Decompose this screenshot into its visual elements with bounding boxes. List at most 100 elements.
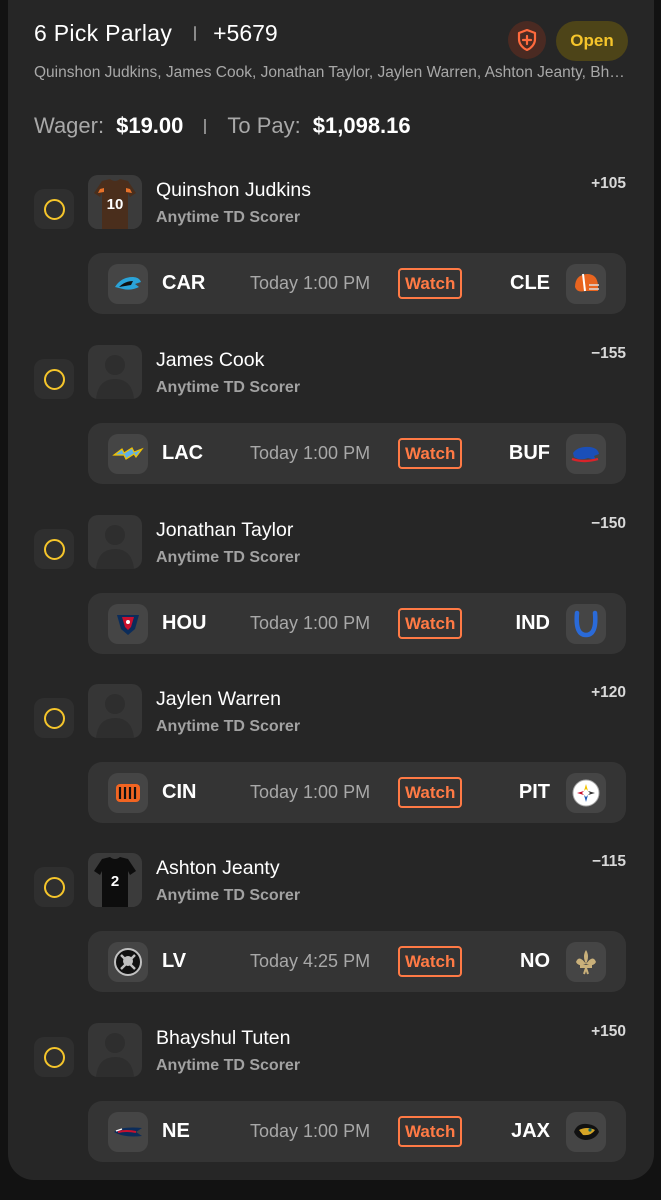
market-label: Anytime TD Scorer (156, 1057, 301, 1074)
market-label: Anytime TD Scorer (156, 209, 301, 226)
leg-odds: −155 (591, 345, 626, 362)
radio-unchecked-icon (43, 198, 65, 220)
player-name: Jaylen Warren (156, 688, 281, 710)
avatar: 2 (88, 853, 142, 907)
parlay-leg[interactable]: 2 Ashton Jeanty Anytime TD Scorer −115 L… (8, 853, 654, 1023)
players-summary: Quinshon Judkins, James Cook, Jonathan T… (34, 64, 632, 81)
browns-helmet-icon (566, 264, 606, 304)
market-label: Anytime TD Scorer (156, 549, 301, 566)
chargers-bolt-icon (108, 434, 148, 474)
wager-summary: Wager: $19.00 To Pay: $1,098.16 (34, 113, 411, 139)
divider (204, 118, 207, 134)
wager-label: Wager: (34, 113, 105, 138)
game-time: Today 4:25 PM (250, 951, 371, 971)
parlay-leg[interactable]: Jaylen Warren Anytime TD Scorer +120 CIN… (8, 684, 654, 854)
parlay-card[interactable]: 6 Pick Parlay +5679 Open Quinshon Judkin… (8, 0, 654, 1180)
parlay-leg[interactable]: Bhayshul Tuten Anytime TD Scorer +150 NE… (8, 1023, 654, 1193)
player-name: Quinshon Judkins (156, 179, 312, 201)
parlay-leg[interactable]: 10 Quinshon Judkins Anytime TD Scorer +1… (8, 175, 654, 345)
home-team: PIT (518, 781, 550, 803)
colts-horseshoe-icon (566, 604, 606, 644)
game-time: Today 1:00 PM (250, 782, 371, 802)
watch-button[interactable]: Watch (398, 777, 463, 808)
svg-text:10: 10 (107, 196, 124, 213)
radio-unchecked-icon (43, 1046, 65, 1068)
player-name: Jonathan Taylor (156, 519, 294, 541)
avatar (88, 345, 142, 399)
panthers-logo-icon (108, 264, 148, 304)
leg-radio[interactable] (34, 359, 74, 399)
away-team: CIN (162, 781, 197, 803)
bills-buffalo-icon (566, 434, 606, 474)
watch-button[interactable]: Watch (398, 608, 463, 639)
away-team: CAR (162, 272, 206, 294)
away-team: HOU (162, 612, 207, 634)
svg-text:2: 2 (111, 873, 119, 890)
game-time: Today 1:00 PM (250, 1121, 371, 1141)
watch-button[interactable]: Watch (398, 1116, 463, 1147)
player-name: Bhayshul Tuten (156, 1027, 291, 1049)
away-team: LAC (162, 442, 204, 464)
game-row[interactable]: CAR Today 1:00 PM Watch CLE (88, 253, 626, 314)
parlay-leg[interactable]: Jonathan Taylor Anytime TD Scorer −150 H… (8, 515, 654, 685)
market-label: Anytime TD Scorer (156, 887, 301, 904)
steelers-logo-icon (566, 773, 606, 813)
leg-odds: +120 (591, 684, 626, 701)
game-row[interactable]: LAC Today 1:00 PM Watch BUF (88, 423, 626, 484)
raiders-shield-icon (108, 942, 148, 982)
leg-radio[interactable] (34, 1037, 74, 1077)
leg-odds: −115 (591, 853, 626, 870)
game-row[interactable]: CIN Today 1:00 PM Watch PIT (88, 762, 626, 823)
game-time: Today 1:00 PM (250, 273, 371, 293)
leg-radio[interactable] (34, 189, 74, 229)
person-silhouette-icon (96, 1033, 134, 1077)
leg-odds: −150 (591, 515, 626, 532)
home-team: IND (515, 612, 550, 634)
protection-button[interactable] (508, 21, 546, 59)
player-name: James Cook (156, 349, 265, 371)
home-team: JAX (511, 1120, 550, 1142)
bengals-b-icon (108, 773, 148, 813)
radio-unchecked-icon (43, 876, 65, 898)
avatar (88, 1023, 142, 1077)
leg-odds: +105 (591, 175, 626, 192)
home-team: CLE (510, 272, 550, 294)
radio-unchecked-icon (43, 707, 65, 729)
parlay-odds: +5679 (213, 20, 278, 46)
game-row[interactable]: HOU Today 1:00 PM Watch IND (88, 593, 626, 654)
leg-radio[interactable] (34, 698, 74, 738)
patriots-logo-icon (108, 1112, 148, 1152)
game-time: Today 1:00 PM (250, 613, 371, 633)
wager-value: $19.00 (116, 113, 184, 138)
away-team: NE (162, 1120, 190, 1142)
person-silhouette-icon (96, 355, 134, 399)
game-row[interactable]: LV Today 4:25 PM Watch NO (88, 931, 626, 992)
divider (194, 26, 197, 41)
person-silhouette-icon (96, 525, 134, 569)
watch-button[interactable]: Watch (398, 946, 463, 977)
shield-plus-icon (517, 29, 537, 51)
watch-button[interactable]: Watch (398, 268, 463, 299)
home-team: BUF (508, 442, 550, 464)
avatar: 10 (88, 175, 142, 229)
player-name: Ashton Jeanty (156, 857, 280, 879)
radio-unchecked-icon (43, 368, 65, 390)
market-label: Anytime TD Scorer (156, 718, 301, 735)
jaguars-head-icon (566, 1112, 606, 1152)
parlay-leg[interactable]: James Cook Anytime TD Scorer −155 LAC To… (8, 345, 654, 515)
avatar (88, 515, 142, 569)
leg-radio[interactable] (34, 529, 74, 569)
leg-odds: +150 (591, 1023, 626, 1040)
status-badge: Open (556, 21, 628, 61)
away-team: LV (162, 950, 187, 972)
radio-unchecked-icon (43, 538, 65, 560)
person-silhouette-icon (96, 694, 134, 738)
game-row[interactable]: NE Today 1:00 PM Watch JAX (88, 1101, 626, 1162)
avatar (88, 684, 142, 738)
saints-fleur-de-lis-icon (566, 942, 606, 982)
leg-radio[interactable] (34, 867, 74, 907)
parlay-title: 6 Pick Parlay (34, 20, 173, 46)
watch-button[interactable]: Watch (398, 438, 463, 469)
payout-label: To Pay: (227, 113, 301, 138)
texans-bull-icon (108, 604, 148, 644)
